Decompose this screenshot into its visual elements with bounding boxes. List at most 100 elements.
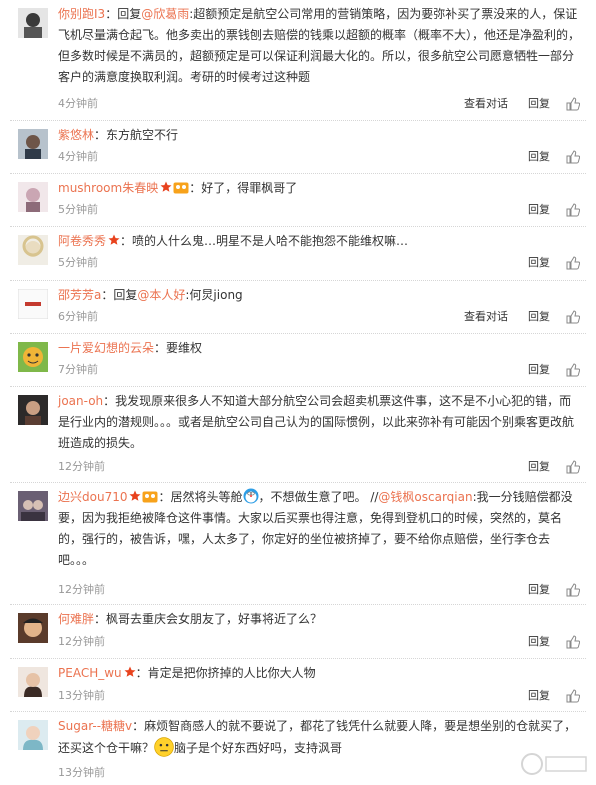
vip-badge-icon	[142, 491, 158, 503]
reply-button[interactable]: 回复	[528, 310, 550, 324]
comment-item: Sugar--糖糖v：麻烦智商感人的就不要说了，都花了钱凭什么就要人降，要是想坐…	[0, 712, 596, 785]
like-icon[interactable]	[566, 203, 580, 217]
comment-author[interactable]: Sugar--糖糖v	[58, 719, 132, 733]
comment-author[interactable]: mushroom朱春映	[58, 181, 158, 195]
comment-time: 12分钟前	[58, 460, 105, 473]
comment-text: ：好了，得罪枫哥了	[189, 181, 298, 195]
star-icon	[160, 181, 172, 192]
comment-text: ：枫哥去重庆会女朋友了，好事将近了么？	[94, 612, 323, 626]
reply-button[interactable]: 回复	[528, 150, 550, 164]
comment-time: 5分钟前	[58, 203, 98, 216]
comment-author[interactable]: 何难胖	[58, 612, 94, 626]
avatar[interactable]	[18, 342, 48, 372]
comment-author[interactable]: PEACH_wu	[58, 666, 122, 680]
star-icon	[108, 234, 120, 245]
avatar[interactable]	[18, 613, 48, 643]
comment-item: 何难胖：枫哥去重庆会女朋友了，好事将近了么？ 12分钟前 回复	[0, 605, 596, 658]
comment-actions: 回复	[528, 689, 580, 703]
comment-body: 你别跑I3：回复@欣葛雨:超额预定是航空公司常用的营销策略，因为要弥补买了票没来…	[58, 4, 582, 88]
comment-author[interactable]: 边兴dou710	[58, 490, 127, 504]
like-icon[interactable]	[566, 583, 580, 597]
comment-text: ：喷的人什么鬼…明星不是人哈不能抱怨不能维权嘛…	[120, 234, 409, 248]
comment-actions: 回复	[528, 150, 580, 164]
comment-text: 脑子是个好东西好吗，支持沨哥	[174, 741, 343, 755]
comment-body: 边兴dou710 ：居然将头等舱 ，不想做生意了吧。 //@钱枫oscarqian:…	[58, 487, 582, 571]
like-icon[interactable]	[566, 256, 580, 270]
comment-item: 一片爱幻想的云朵：要维权 7分钟前 回复	[0, 334, 596, 386]
mention-link[interactable]: @本人好	[137, 288, 185, 302]
comment-text: ：要维权	[154, 341, 203, 355]
comment-item: PEACH_wu ：肯定是把你挤掉的人比你大人物 13分钟前 回复	[0, 659, 596, 711]
like-icon[interactable]	[566, 97, 580, 111]
comment-body: joan-oh：我发现原来很多人不知道大部分航空公司会超卖机票这件事，这不是不小…	[58, 391, 582, 454]
comment-body: 何难胖：枫哥去重庆会女朋友了，好事将近了么？	[58, 609, 582, 630]
avatar[interactable]	[18, 129, 48, 159]
avatar[interactable]	[18, 667, 48, 697]
avatar[interactable]	[18, 8, 48, 38]
comment-time: 4分钟前	[58, 150, 98, 163]
comment-time: 4分钟前	[58, 97, 98, 110]
reply-button[interactable]: 回复	[528, 203, 550, 217]
like-icon[interactable]	[566, 363, 580, 377]
comment-author[interactable]: 你别跑I3	[58, 7, 105, 21]
comment-author[interactable]: 一片爱幻想的云朵	[58, 341, 154, 355]
comment-body: 紫悠林：东方航空不行	[58, 125, 582, 146]
thinking-emoji-icon	[154, 737, 174, 757]
reply-button[interactable]: 回复	[528, 583, 550, 597]
comment-author[interactable]: 阿卷秀秀	[58, 234, 106, 248]
avatar[interactable]	[18, 395, 48, 425]
comment-time: 13分钟前	[58, 689, 105, 702]
comment-feed: 你别跑I3：回复@欣葛雨:超额预定是航空公司常用的营销策略，因为要弥补买了票没来…	[0, 0, 596, 785]
like-icon[interactable]	[566, 310, 580, 324]
view-conversation-button[interactable]: 查看对话	[464, 97, 508, 111]
comment-actions: 回复	[528, 460, 580, 474]
like-icon[interactable]	[566, 150, 580, 164]
avatar[interactable]	[18, 491, 48, 521]
comment-text: ：我发现原来很多人不知道大部分航空公司会超卖机票这件事，这不是不小心犯的错，而是…	[58, 394, 575, 450]
reply-button[interactable]: 回复	[528, 689, 550, 703]
reply-button[interactable]: 回复	[528, 256, 550, 270]
comment-item: 阿卷秀秀 ：喷的人什么鬼…明星不是人哈不能抱怨不能维权嘛… 5分钟前 回复	[0, 227, 596, 280]
comment-body: PEACH_wu ：肯定是把你挤掉的人比你大人物	[58, 663, 582, 684]
comment-actions: 回复	[528, 256, 580, 270]
comment-author[interactable]: joan-oh	[58, 394, 103, 408]
comment-text: ，不想做生意了吧。 //	[258, 490, 379, 504]
comment-item: mushroom朱春映 ：好了，得罪枫哥了 5分钟前 回复	[0, 174, 596, 226]
comment-time: 6分钟前	[58, 310, 98, 323]
comment-body: mushroom朱春映 ：好了，得罪枫哥了	[58, 178, 582, 199]
avatar[interactable]	[18, 235, 48, 265]
vip-badge-icon	[173, 182, 189, 194]
comment-body: 一片爱幻想的云朵：要维权	[58, 338, 582, 359]
reply-button[interactable]: 回复	[528, 97, 550, 111]
comment-item: 边兴dou710 ：居然将头等舱 ，不想做生意了吧。 //@钱枫oscarqian:…	[0, 483, 596, 604]
comment-author[interactable]: 紫悠林	[58, 128, 94, 142]
comment-actions: 回复	[528, 203, 580, 217]
avatar[interactable]	[18, 720, 48, 750]
comment-time: 12分钟前	[58, 635, 105, 648]
star-icon	[124, 666, 136, 677]
watermark-logo	[521, 753, 587, 775]
comment-time: 7分钟前	[58, 363, 98, 376]
reply-button[interactable]: 回复	[528, 363, 550, 377]
comment-item: joan-oh：我发现原来很多人不知道大部分航空公司会超卖机票这件事，这不是不小…	[0, 387, 596, 482]
comment-actions: 回复	[528, 635, 580, 649]
avatar[interactable]	[18, 182, 48, 212]
avatar[interactable]	[18, 289, 48, 319]
mention-link[interactable]: @欣葛雨	[141, 7, 189, 21]
like-icon[interactable]	[566, 689, 580, 703]
comment-actions: 查看对话 回复	[464, 310, 580, 324]
mention-link[interactable]: @钱枫oscarqian	[378, 490, 472, 504]
comment-item: 邵芳芳a：回复@本人好:何炅jiong 6分钟前 查看对话 回复	[0, 281, 596, 333]
comment-time: 5分钟前	[58, 256, 98, 269]
view-conversation-button[interactable]: 查看对话	[464, 310, 508, 324]
reply-button[interactable]: 回复	[528, 635, 550, 649]
comment-text: ：回复	[101, 288, 138, 302]
comment-text: ：回复	[105, 7, 142, 21]
comment-author[interactable]: 邵芳芳a	[58, 288, 101, 302]
comment-text: :何炅jiong	[185, 288, 243, 302]
like-icon[interactable]	[566, 460, 580, 474]
doraemon-emoji-icon	[243, 488, 258, 504]
like-icon[interactable]	[566, 635, 580, 649]
comment-text: ：居然将头等舱	[158, 490, 243, 504]
reply-button[interactable]: 回复	[528, 460, 550, 474]
